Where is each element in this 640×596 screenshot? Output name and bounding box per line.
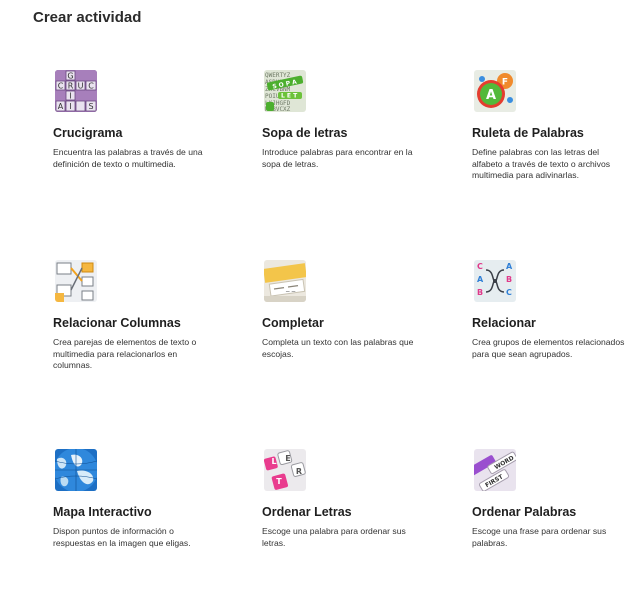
svg-text:A: A bbox=[477, 275, 484, 284]
svg-text:B: B bbox=[506, 275, 512, 284]
activity-title: Crucigrama bbox=[53, 126, 123, 140]
interactive-map-icon bbox=[55, 449, 97, 491]
svg-text:C: C bbox=[477, 262, 483, 271]
svg-text:G: G bbox=[67, 72, 73, 81]
word-wheel-icon: F A bbox=[474, 70, 516, 112]
activity-description: Completa un texto con las palabras que e… bbox=[262, 337, 414, 359]
activity-description: Crea parejas de elementos de texto o mul… bbox=[53, 337, 197, 371]
svg-text:L E T: L E T bbox=[281, 93, 298, 100]
svg-text:U: U bbox=[78, 82, 84, 91]
order-words-icon: WORD FIRST bbox=[474, 449, 516, 491]
svg-text:_ _: _ _ bbox=[285, 284, 296, 292]
activity-title: Mapa Interactivo bbox=[53, 505, 152, 519]
activity-description: Crea grupos de elementos relacionados pa… bbox=[472, 337, 625, 359]
svg-text:R: R bbox=[296, 467, 302, 476]
svg-text:A: A bbox=[58, 102, 64, 111]
svg-text:C: C bbox=[506, 288, 512, 297]
activity-card-completar[interactable]: _ _ Completar Completa un texto con las … bbox=[262, 260, 422, 360]
svg-text:QWERTYZ: QWERTYZ bbox=[265, 72, 291, 79]
group-relate-icon: C A B A B C bbox=[474, 260, 516, 302]
activity-card-sopa-de-letras[interactable]: QWERTYZASDKLMPZXCVBNM POIUYTRLKJHGFDMNBV… bbox=[262, 70, 422, 170]
activity-title: Completar bbox=[262, 316, 324, 330]
activity-title: Sopa de letras bbox=[262, 126, 348, 140]
match-columns-icon bbox=[55, 260, 97, 302]
order-letters-icon: L E R T bbox=[264, 449, 306, 491]
activity-card-ruleta-de-palabras[interactable]: F A Ruleta de Palabras Define palabras c… bbox=[472, 70, 632, 182]
activity-description: Introduce palabras para encontrar en la … bbox=[262, 147, 413, 169]
activity-title: Ordenar Palabras bbox=[472, 505, 577, 519]
crossword-icon: G CRUC I AI S bbox=[55, 70, 97, 112]
activity-title: Relacionar Columnas bbox=[53, 316, 181, 330]
svg-text:A: A bbox=[486, 88, 496, 103]
activity-title: Ordenar Letras bbox=[262, 505, 352, 519]
activity-card-relacionar[interactable]: C A B A B C Relacionar Crea grupos de el… bbox=[472, 260, 632, 360]
activity-title: Relacionar bbox=[472, 316, 536, 330]
svg-text:T: T bbox=[276, 477, 282, 486]
activity-description: Escoge una palabra para ordenar sus letr… bbox=[262, 526, 406, 548]
svg-text:C: C bbox=[58, 82, 64, 91]
activity-description: Escoge una frase para ordenar sus palabr… bbox=[472, 526, 607, 548]
svg-text:I: I bbox=[69, 102, 71, 111]
activity-description: Define palabras con las letras del alfab… bbox=[472, 147, 611, 181]
svg-text:B: B bbox=[477, 288, 483, 297]
activity-card-relacionar-columnas[interactable]: Relacionar Columnas Crea parejas de elem… bbox=[53, 260, 213, 372]
activity-description: Dispon puntos de información o respuesta… bbox=[53, 526, 191, 548]
page-title: Crear actividad bbox=[33, 9, 142, 26]
activity-card-ordenar-palabras[interactable]: WORD FIRST Ordenar Palabras Escoge una f… bbox=[472, 449, 632, 549]
word-search-icon: QWERTYZASDKLMPZXCVBNM POIUYTRLKJHGFDMNBV… bbox=[264, 70, 306, 112]
svg-text:L: L bbox=[271, 457, 276, 466]
svg-text:S: S bbox=[88, 102, 93, 111]
activity-description: Encuentra las palabras a través de una d… bbox=[53, 147, 203, 169]
svg-text:A: A bbox=[506, 262, 513, 271]
svg-text:I: I bbox=[69, 92, 71, 101]
svg-text:R: R bbox=[68, 82, 74, 91]
activity-title: Ruleta de Palabras bbox=[472, 126, 584, 140]
svg-text:F: F bbox=[502, 78, 508, 88]
activity-card-crucigrama[interactable]: G CRUC I AI S Crucigrama Encuentra las p… bbox=[53, 70, 213, 170]
svg-text:E: E bbox=[285, 454, 290, 463]
activity-card-mapa-interactivo[interactable]: Mapa Interactivo Dispon puntos de inform… bbox=[53, 449, 213, 549]
svg-text:C: C bbox=[88, 82, 94, 91]
fill-blanks-icon: _ _ bbox=[264, 260, 306, 302]
activity-card-ordenar-letras[interactable]: L E R T Ordenar Letras Escoge una palabr… bbox=[262, 449, 422, 549]
